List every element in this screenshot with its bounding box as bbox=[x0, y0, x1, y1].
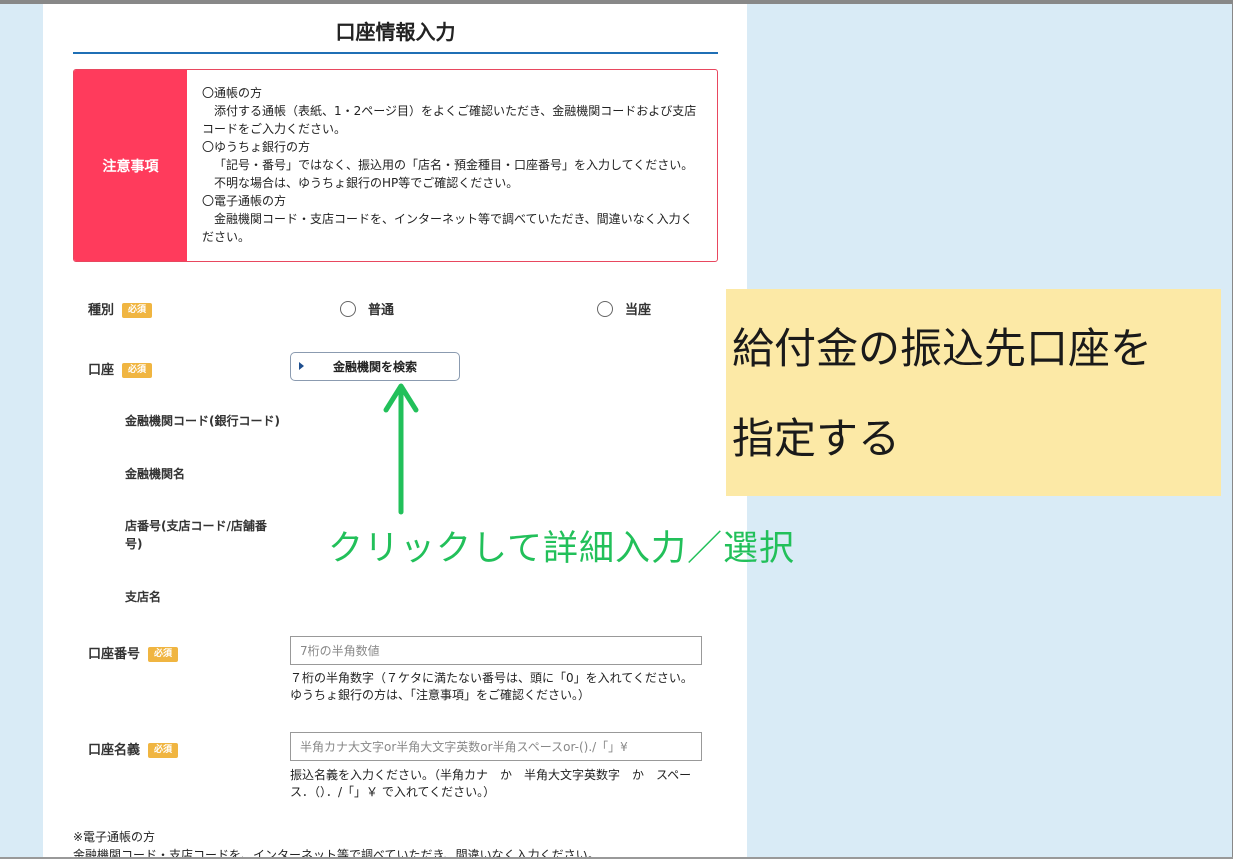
notice-line: 添付する通帳（表紙、1・2ページ目）をよくご確認いただき、金融機関コードおよび支… bbox=[214, 104, 697, 118]
radio-ordinary[interactable]: 普通 bbox=[340, 299, 394, 318]
callout-box: 給付金の振込先口座を 指定する bbox=[726, 289, 1221, 496]
guide-text: クリックして詳細入力／選択 bbox=[328, 529, 795, 569]
required-badge: 必須 bbox=[122, 303, 153, 318]
help-line: 振込名義を入力ください。（半角カナ か 半角大文字英数字 か スペー bbox=[290, 768, 692, 782]
required-badge: 必須 bbox=[148, 647, 179, 662]
radio-circle-icon[interactable] bbox=[597, 300, 613, 317]
radio-circle-icon[interactable] bbox=[340, 300, 356, 317]
account-type-label: 種別 必須 bbox=[88, 299, 153, 318]
account-number-help: ７桁の半角数字（７ケタに満たない番号は、頭に「0」を入れてください。 ゆうちょ銀… bbox=[290, 670, 702, 704]
notice-line: 〇電子通帳の方 bbox=[202, 194, 287, 208]
notice-label: 注意事項 bbox=[74, 70, 187, 261]
required-badge: 必須 bbox=[148, 743, 179, 758]
radio-current-label: 当座 bbox=[625, 303, 652, 318]
branch-code-label-line: 号) bbox=[125, 537, 143, 551]
footnote: ※電子通帳の方 金融機関コード・支店コードを、インターネット等で調べていただき、… bbox=[73, 828, 600, 859]
account-number-label: 口座番号 必須 bbox=[88, 643, 179, 662]
notice-line: 「記号・番号」ではなく、振込用の「店名・預金種目・口座番号」を入力してください。 bbox=[214, 158, 694, 172]
notice-line: 金融機関コード・支店コードを、インターネット等で調べていただき、間違いなく入力く bbox=[214, 212, 693, 226]
notice-text: 〇通帳の方 添付する通帳（表紙、1・2ページ目）をよくご確認いただき、金融機関コ… bbox=[202, 84, 702, 246]
notice-line: 不明な場合は、ゆうちょ銀行のHP等でご確認ください。 bbox=[214, 176, 519, 190]
footnote-line: ※電子通帳の方 bbox=[73, 830, 156, 844]
branch-code-label-line: 店番号(支店コード/店舗番 bbox=[125, 519, 267, 533]
account-type-label-text: 種別 bbox=[88, 303, 115, 318]
account-label: 口座 必須 bbox=[88, 359, 153, 378]
branch-code-label: 店番号(支店コード/店舗番 号) bbox=[125, 517, 267, 553]
notice-box: 注意事項 〇通帳の方 添付する通帳（表紙、1・2ページ目）をよくご確認いただき、… bbox=[73, 69, 718, 262]
bank-search-button-label: 金融機関を検索 bbox=[332, 360, 417, 374]
account-label-text: 口座 bbox=[88, 363, 115, 378]
account-holder-input[interactable] bbox=[290, 732, 702, 761]
bank-search-button[interactable]: 金融機関を検索 bbox=[290, 352, 460, 381]
branch-name-label: 支店名 bbox=[125, 590, 162, 604]
bank-name-label: 金融機関名 bbox=[125, 467, 186, 481]
notice-line: 〇ゆうちょ銀行の方 bbox=[202, 140, 311, 154]
callout-line: 指定する bbox=[732, 414, 901, 463]
account-number-label-text: 口座番号 bbox=[88, 647, 141, 662]
notice-line: ださい。 bbox=[202, 230, 251, 244]
callout-line: 給付金の振込先口座を bbox=[732, 324, 1153, 373]
page-title: 口座情報入力 bbox=[73, 4, 718, 54]
help-line: ７桁の半角数字（７ケタに満たない番号は、頭に「0」を入れてください。 bbox=[290, 671, 693, 685]
account-number-input[interactable] bbox=[290, 636, 702, 665]
radio-current[interactable]: 当座 bbox=[597, 299, 651, 318]
notice-line: コードをご入力ください。 bbox=[202, 122, 347, 136]
account-holder-label: 口座名義 必須 bbox=[88, 739, 179, 758]
account-holder-label-text: 口座名義 bbox=[88, 743, 141, 758]
radio-ordinary-label: 普通 bbox=[368, 303, 395, 318]
account-holder-help: 振込名義を入力ください。（半角カナ か 半角大文字英数字 か スペー ス．（）．… bbox=[290, 767, 702, 801]
play-arrow-icon bbox=[299, 362, 304, 370]
up-arrow-icon bbox=[383, 383, 419, 515]
notice-line: 〇通帳の方 bbox=[202, 86, 263, 100]
required-badge: 必須 bbox=[122, 363, 153, 378]
bank-code-label: 金融機関コード(銀行コード) bbox=[125, 414, 280, 428]
help-line: ス．（）．/「」￥ で入れてください。） bbox=[290, 785, 496, 799]
help-line: ゆうちょ銀行の方は、「注意事項」をご確認ください。） bbox=[290, 688, 591, 702]
